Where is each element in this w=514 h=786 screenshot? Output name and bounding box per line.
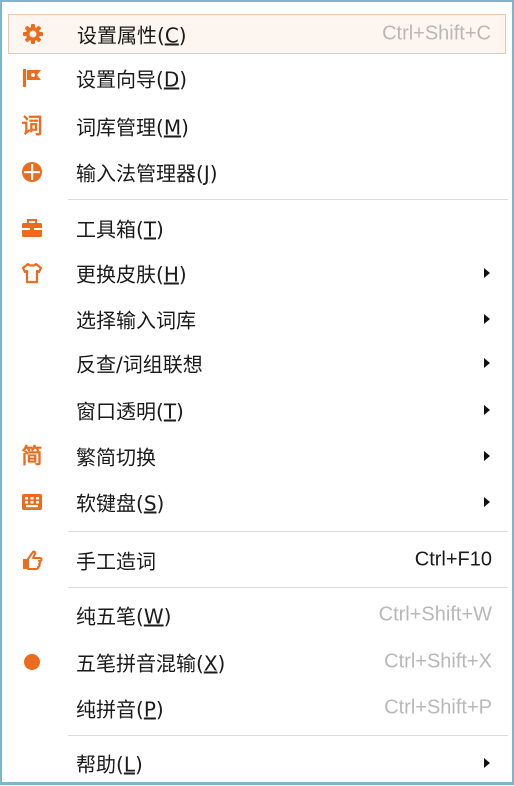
menu-item-label: 帮助(L) bbox=[76, 752, 143, 777]
selected-dot-icon bbox=[20, 650, 44, 674]
menu-separator bbox=[68, 587, 508, 588]
menu-separator bbox=[68, 735, 508, 736]
submenu-arrow-icon bbox=[484, 758, 490, 768]
menu-item-label: 设置向导(D) bbox=[76, 67, 188, 92]
menu-item-label: 反查/词组联想 bbox=[76, 352, 203, 377]
menu-item-label: 手工造词 bbox=[76, 549, 156, 574]
shirt-icon bbox=[20, 261, 44, 285]
gear-icon bbox=[21, 22, 45, 46]
submenu-arrow-icon bbox=[484, 451, 490, 461]
menu-item-change-skin[interactable]: 更换皮肤(H) bbox=[8, 253, 506, 293]
menu-item-manual-word-creation[interactable]: 手工造词 Ctrl+F10 bbox=[8, 540, 506, 580]
ci-glyph-icon: 词 bbox=[21, 114, 43, 138]
menu-item-label: 更换皮肤(H) bbox=[76, 262, 187, 287]
shortcut-text: Ctrl+Shift+W bbox=[378, 603, 492, 626]
menu-separator bbox=[68, 199, 508, 200]
pointing-hand-icon bbox=[20, 548, 44, 572]
shortcut-text: Ctrl+F10 bbox=[414, 548, 492, 571]
menu-item-label: 选择输入词库 bbox=[76, 308, 196, 333]
menu-item-label: 窗口透明(T) bbox=[76, 399, 184, 424]
menu-item-label: 软键盘(S) bbox=[76, 491, 165, 516]
menu-item-setup-wizard[interactable]: 设置向导(D) bbox=[8, 58, 506, 98]
menu-item-traditional-simplified[interactable]: 简 繁简切换 bbox=[8, 436, 506, 476]
menu-item-wubi-pinyin-mixed[interactable]: 五笔拼音混输(X) Ctrl+Shift+X bbox=[8, 642, 506, 682]
menu-item-help[interactable]: 帮助(L) bbox=[8, 743, 506, 783]
menu-item-label: 设置属性(C) bbox=[77, 23, 187, 48]
shortcut-text: Ctrl+Shift+X bbox=[384, 650, 492, 673]
submenu-arrow-icon bbox=[484, 405, 490, 415]
menu-item-select-dictionary[interactable]: 选择输入词库 bbox=[8, 299, 506, 339]
menu-item-settings[interactable]: 设置属性(C) Ctrl+Shift+C bbox=[8, 14, 506, 54]
menu-item-window-transparency[interactable]: 窗口透明(T) bbox=[8, 390, 506, 430]
keyboard-icon bbox=[20, 490, 44, 514]
menu-item-reverse-lookup[interactable]: 反查/词组联想 bbox=[8, 343, 506, 383]
menu-item-label: 输入法管理器(J) bbox=[76, 161, 218, 186]
menu-item-wubi-only[interactable]: 纯五笔(W) Ctrl+Shift+W bbox=[8, 595, 506, 635]
jian-glyph-icon: 简 bbox=[21, 444, 43, 468]
menu-item-toolbox[interactable]: 工具箱(T) bbox=[8, 208, 506, 248]
menu-item-label: 纯五笔(W) bbox=[76, 604, 172, 629]
flag-icon bbox=[20, 66, 44, 90]
menu-item-label: 工具箱(T) bbox=[76, 217, 164, 242]
menu-item-soft-keyboard[interactable]: 软键盘(S) bbox=[8, 482, 506, 522]
menu-item-dictionary-management[interactable]: 词 词库管理(M) bbox=[8, 106, 506, 146]
submenu-arrow-icon bbox=[484, 497, 490, 507]
submenu-arrow-icon bbox=[484, 314, 490, 324]
menu-item-ime-manager[interactable]: 输入法管理器(J) bbox=[8, 152, 506, 192]
shortcut-text: Ctrl+Shift+P bbox=[384, 696, 492, 719]
menu-item-label: 纯拼音(P) bbox=[76, 697, 164, 722]
shortcut-text: Ctrl+Shift+C bbox=[382, 22, 491, 45]
menu-item-label: 词库管理(M) bbox=[76, 115, 189, 140]
submenu-arrow-icon bbox=[484, 358, 490, 368]
menu-item-pinyin-only[interactable]: 纯拼音(P) Ctrl+Shift+P bbox=[8, 688, 506, 728]
menu-item-label: 繁简切换 bbox=[76, 445, 156, 470]
menu-item-label: 五笔拼音混输(X) bbox=[76, 651, 226, 676]
submenu-arrow-icon bbox=[484, 268, 490, 278]
context-menu: 设置属性(C) Ctrl+Shift+C 设置向导(D) 词 词库管理(M) 输… bbox=[0, 0, 514, 785]
toolbox-icon bbox=[20, 216, 44, 240]
circle-grid-icon bbox=[20, 160, 44, 184]
menu-separator bbox=[68, 531, 508, 532]
